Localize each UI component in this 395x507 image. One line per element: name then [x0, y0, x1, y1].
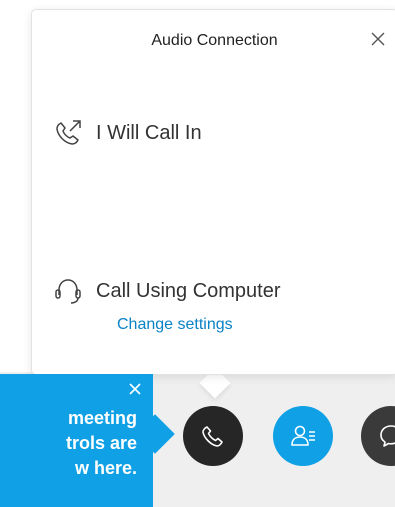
call-using-computer-label: Call Using Computer [96, 279, 281, 302]
participants-button[interactable] [273, 406, 333, 466]
close-icon [371, 32, 385, 46]
close-icon [129, 383, 141, 395]
participants-icon [291, 425, 315, 446]
coach-mark-close-button[interactable] [124, 378, 146, 400]
headset-icon [50, 273, 86, 309]
audio-button[interactable] [183, 406, 243, 466]
phone-icon [202, 426, 223, 447]
change-settings-link[interactable]: Change settings [117, 316, 233, 334]
call-in-label: I Will Call In [96, 121, 202, 144]
dialog-close-button[interactable] [365, 26, 391, 52]
dialog-title: Audio Connection [151, 32, 278, 49]
call-using-computer-option[interactable]: Call Using Computer [50, 273, 281, 309]
phone-outgoing-icon [50, 115, 86, 151]
call-in-option[interactable]: I Will Call In [50, 115, 202, 151]
coach-mark-text: meeting trols are w here. [65, 408, 137, 478]
audio-connection-dialog: Audio Connection I Will Call In Call Usi… [32, 10, 395, 374]
screen: Audio Connection I Will Call In Call Usi… [0, 0, 395, 507]
chat-icon [380, 425, 395, 447]
coach-mark-tooltip: meeting trols are w here. [0, 374, 153, 507]
